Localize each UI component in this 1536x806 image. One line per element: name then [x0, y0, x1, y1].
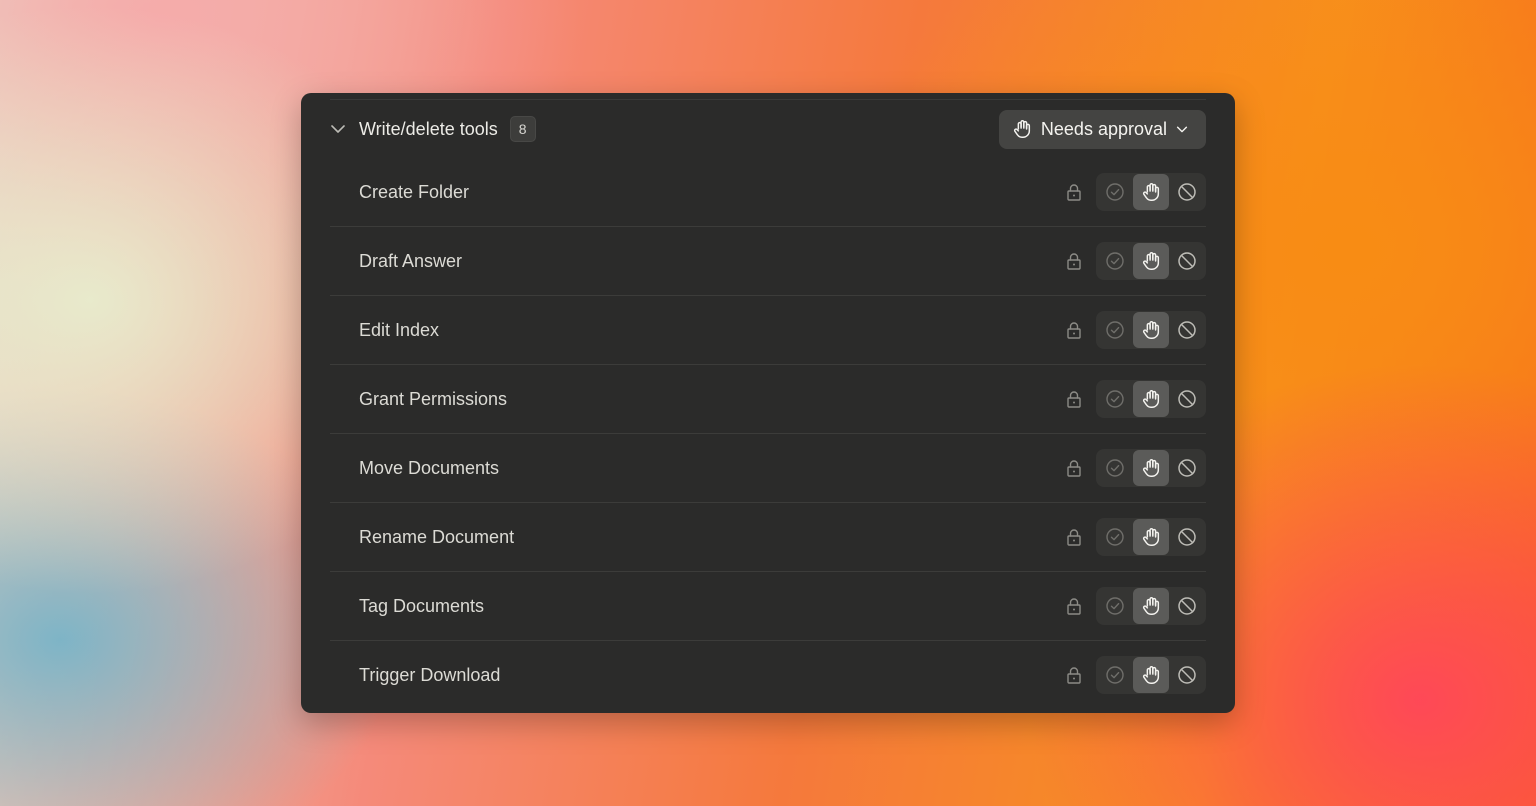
needs-approval-button[interactable] [1133, 588, 1169, 624]
check-circle-icon [1105, 389, 1125, 409]
tool-row: Move Documents [330, 434, 1206, 503]
permission-segmented-control [1096, 656, 1206, 694]
section-title: Write/delete tools [359, 118, 498, 139]
needs-approval-button[interactable] [1133, 243, 1169, 279]
block-button[interactable] [1169, 450, 1205, 486]
block-button[interactable] [1169, 657, 1205, 693]
tool-count-badge: 8 [509, 116, 536, 142]
lock-icon [1065, 528, 1083, 546]
hand-icon [1140, 250, 1162, 272]
block-icon [1177, 527, 1197, 547]
permission-mode-label: Needs approval [1040, 118, 1167, 139]
lock-icon [1065, 183, 1083, 201]
lock-icon [1065, 390, 1083, 408]
check-circle-icon [1105, 320, 1125, 340]
hand-icon [1140, 595, 1162, 617]
chevron-down-icon [1175, 122, 1189, 136]
hand-icon [1140, 388, 1162, 410]
block-icon [1177, 251, 1197, 271]
check-circle-icon [1105, 251, 1125, 271]
tool-list: Create Folder Draft Answer Edit Index Gr… [330, 158, 1206, 709]
block-button[interactable] [1169, 381, 1205, 417]
tool-name: Create Folder [359, 181, 470, 202]
allow-button[interactable] [1097, 312, 1133, 348]
allow-button[interactable] [1097, 519, 1133, 555]
tool-row: Trigger Download [330, 641, 1206, 709]
allow-button[interactable] [1097, 450, 1133, 486]
block-button[interactable] [1169, 519, 1205, 555]
tool-name: Rename Document [359, 526, 515, 547]
permission-segmented-control [1096, 173, 1206, 211]
check-circle-icon [1105, 458, 1125, 478]
hand-icon [1140, 181, 1162, 203]
lock-icon [1065, 597, 1083, 615]
permission-segmented-control [1096, 587, 1206, 625]
needs-approval-button[interactable] [1133, 312, 1169, 348]
hand-icon [1140, 457, 1162, 479]
section-header: Write/delete tools 8 Needs approval [330, 109, 1206, 149]
block-icon [1177, 665, 1197, 685]
tool-name: Grant Permissions [359, 388, 508, 409]
block-icon [1177, 458, 1197, 478]
check-circle-icon [1105, 182, 1125, 202]
permission-segmented-control [1096, 518, 1206, 556]
allow-button[interactable] [1097, 174, 1133, 210]
tool-row: Create Folder [330, 158, 1206, 227]
permission-segmented-control [1096, 449, 1206, 487]
allow-button[interactable] [1097, 588, 1133, 624]
permission-segmented-control [1096, 311, 1206, 349]
tool-row: Tag Documents [330, 572, 1206, 641]
block-icon [1177, 320, 1197, 340]
hand-icon [1140, 526, 1162, 548]
needs-approval-button[interactable] [1133, 450, 1169, 486]
hand-icon [1140, 664, 1162, 686]
tool-name: Tag Documents [359, 595, 485, 616]
block-icon [1177, 182, 1197, 202]
allow-button[interactable] [1097, 243, 1133, 279]
tool-row: Edit Index [330, 296, 1206, 365]
check-circle-icon [1105, 527, 1125, 547]
tool-name: Draft Answer [359, 250, 463, 271]
block-icon [1177, 596, 1197, 616]
block-button[interactable] [1169, 312, 1205, 348]
hand-icon [1140, 319, 1162, 341]
tool-name: Edit Index [359, 319, 440, 340]
needs-approval-button[interactable] [1133, 519, 1169, 555]
needs-approval-button[interactable] [1133, 381, 1169, 417]
tool-permissions-panel: Write/delete tools 8 Needs approval Crea… [301, 93, 1235, 713]
check-circle-icon [1105, 596, 1125, 616]
needs-approval-button[interactable] [1133, 657, 1169, 693]
lock-icon [1065, 252, 1083, 270]
tool-row: Draft Answer [330, 227, 1206, 296]
allow-button[interactable] [1097, 381, 1133, 417]
tool-row: Grant Permissions [330, 365, 1206, 434]
allow-button[interactable] [1097, 657, 1133, 693]
block-button[interactable] [1169, 174, 1205, 210]
block-button[interactable] [1169, 588, 1205, 624]
divider [330, 99, 1206, 100]
hand-icon [1011, 118, 1033, 140]
chevron-down-icon[interactable] [330, 121, 346, 137]
block-button[interactable] [1169, 243, 1205, 279]
block-icon [1177, 389, 1197, 409]
tool-row: Rename Document [330, 503, 1206, 572]
permission-mode-dropdown[interactable]: Needs approval [998, 109, 1206, 149]
needs-approval-button[interactable] [1133, 174, 1169, 210]
tool-name: Trigger Download [359, 664, 501, 685]
permission-segmented-control [1096, 242, 1206, 280]
tool-name: Move Documents [359, 457, 500, 478]
check-circle-icon [1105, 665, 1125, 685]
lock-icon [1065, 666, 1083, 684]
lock-icon [1065, 321, 1083, 339]
lock-icon [1065, 459, 1083, 477]
permission-segmented-control [1096, 380, 1206, 418]
